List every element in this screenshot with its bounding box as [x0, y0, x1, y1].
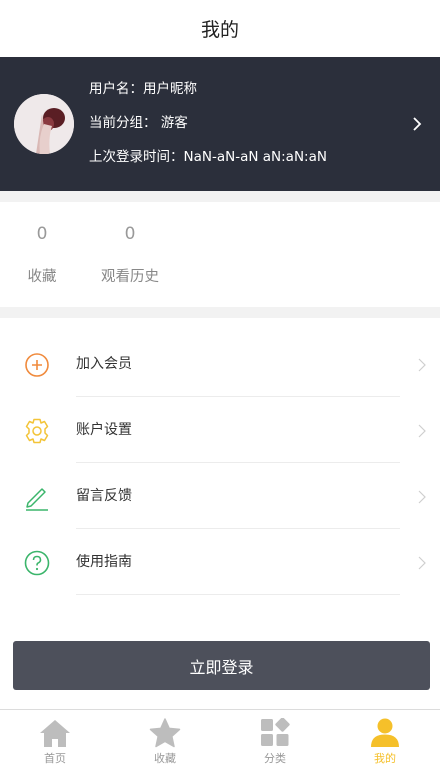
- menu-item-label: 账户设置: [76, 422, 132, 438]
- plus-circle-icon: [25, 353, 49, 377]
- profile-info: 用户名：用户昵称 当前分组： 游客 上次登录时间：NaN-aN-aN aN:aN…: [89, 81, 327, 183]
- stat-favorites[interactable]: 0 收藏: [0, 202, 84, 307]
- avatar[interactable]: [14, 94, 74, 154]
- chevron-right-icon: [418, 424, 426, 438]
- user-group-text: 当前分组： 游客: [89, 115, 188, 131]
- tab-favorites[interactable]: 收藏: [110, 710, 220, 771]
- section-divider: [0, 307, 440, 318]
- favorites-count: 0: [36, 224, 48, 244]
- menu-item-label: 留言反馈: [76, 488, 132, 504]
- menu-item-membership[interactable]: 加入会员: [0, 331, 440, 397]
- login-button[interactable]: 立即登录: [13, 641, 430, 690]
- tab-mine[interactable]: 我的: [330, 710, 440, 771]
- section-divider: [0, 191, 440, 202]
- last-login-text: 上次登录时间：NaN-aN-aN aN:aN:aN: [89, 149, 327, 165]
- favorites-label: 收藏: [27, 269, 57, 285]
- top-bar: 我的: [0, 0, 440, 57]
- menu-item-label: 使用指南: [76, 554, 132, 570]
- tab-category[interactable]: 分类: [220, 710, 330, 771]
- gear-icon: [25, 418, 49, 444]
- chevron-right-icon: [418, 490, 426, 504]
- menu-item-feedback[interactable]: 留言反馈: [0, 463, 440, 529]
- stats-row: 0 收藏 0 观看历史: [0, 202, 440, 307]
- menu-item-guide[interactable]: 使用指南: [0, 529, 440, 595]
- home-icon: [40, 720, 70, 747]
- chevron-right-icon[interactable]: [410, 115, 424, 133]
- tab-label: 分类: [264, 752, 286, 765]
- tab-label: 收藏: [154, 752, 176, 765]
- tab-home[interactable]: 首页: [0, 710, 110, 771]
- tab-label: 首页: [44, 752, 66, 765]
- page-title: 我的: [200, 19, 239, 41]
- pencil-icon: [26, 488, 48, 511]
- menu-item-label: 加入会员: [76, 356, 132, 372]
- tab-label: 我的: [374, 752, 396, 765]
- chevron-right-icon: [418, 556, 426, 570]
- profile-card[interactable]: 用户名：用户昵称 当前分组： 游客 上次登录时间：NaN-aN-aN aN:aN…: [0, 57, 440, 191]
- avatar-image: [14, 94, 74, 154]
- question-circle-icon: [24, 550, 50, 576]
- user-icon: [371, 718, 399, 747]
- menu-item-settings[interactable]: 账户设置: [0, 397, 440, 463]
- bottom-tab-bar: 首页 收藏 分类 我的: [0, 709, 440, 771]
- chevron-right-icon: [418, 358, 426, 372]
- history-count: 0: [124, 224, 136, 244]
- divider: [76, 594, 400, 595]
- history-label: 观看历史: [101, 269, 159, 285]
- stat-history[interactable]: 0 观看历史: [84, 202, 176, 307]
- category-icon: [261, 718, 290, 746]
- username-text: 用户名：用户昵称: [89, 81, 197, 97]
- menu-list: 加入会员 账户设置 留言反馈 使用指南: [0, 318, 440, 595]
- star-icon: [149, 718, 181, 748]
